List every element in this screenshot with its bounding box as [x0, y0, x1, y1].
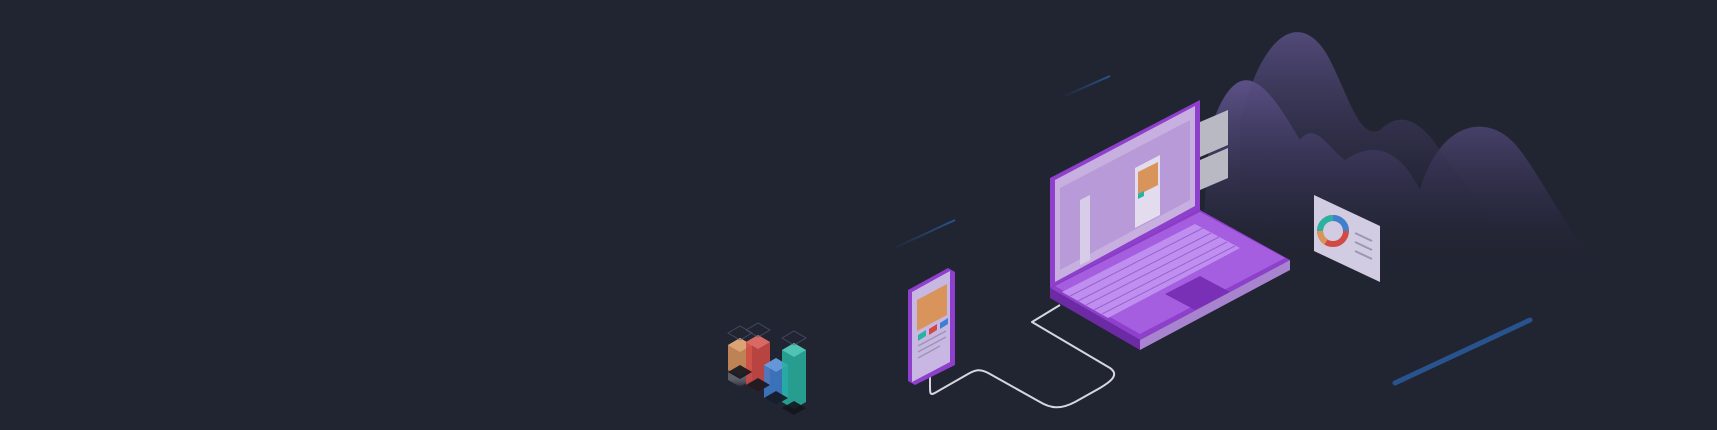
cable-icon	[929, 304, 1116, 409]
bar-chart-icon	[727, 322, 807, 415]
isometric-devices-illustration	[727, 32, 1600, 415]
hero-banner	[0, 0, 1717, 430]
smartphone-icon	[908, 268, 955, 385]
mountain-waves-icon	[1200, 32, 1600, 270]
